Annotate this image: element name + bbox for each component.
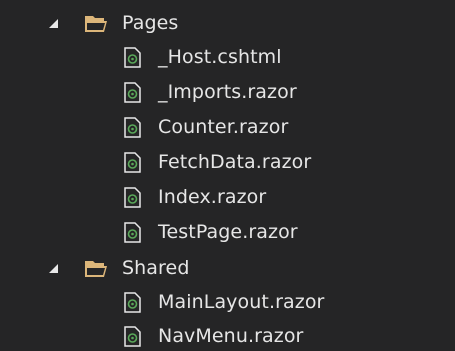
folder-label-pages: Pages [122, 12, 179, 34]
folder-open-icon [85, 16, 107, 32]
file-row-imports[interactable]: _Imports.razor [0, 75, 455, 109]
file-label: _Host.cshtml [158, 46, 282, 68]
folder-open-icon [85, 261, 107, 277]
razor-file-icon [124, 152, 141, 173]
razor-file-icon [124, 82, 141, 103]
file-row-mainlayout[interactable]: MainLayout.razor [0, 285, 455, 319]
folder-row-shared[interactable]: Shared [0, 251, 455, 285]
folder-label-shared: Shared [122, 257, 190, 279]
file-label: FetchData.razor [158, 151, 312, 173]
razor-file-icon [124, 326, 141, 347]
file-label: NavMenu.razor [158, 325, 304, 347]
razor-file-icon [124, 187, 141, 208]
file-label: Index.razor [158, 186, 267, 208]
file-label: Counter.razor [158, 116, 289, 138]
file-row-index[interactable]: Index.razor [0, 180, 455, 214]
triangle-expanded-icon[interactable] [49, 264, 58, 273]
file-row-counter[interactable]: Counter.razor [0, 110, 455, 144]
file-row-fetchdata[interactable]: FetchData.razor [0, 145, 455, 179]
razor-file-icon [124, 222, 141, 243]
folder-row-pages[interactable]: Pages [0, 6, 455, 40]
razor-file-icon [124, 47, 141, 68]
file-label: _Imports.razor [158, 81, 297, 103]
file-label: TestPage.razor [158, 221, 298, 243]
file-row-navmenu[interactable]: NavMenu.razor [0, 319, 455, 351]
file-row-testpage[interactable]: TestPage.razor [0, 215, 455, 249]
razor-file-icon [124, 117, 141, 138]
file-row-host[interactable]: _Host.cshtml [0, 40, 455, 74]
solution-explorer-tree: Pages _Host.cshtml _Imports.razor Counte… [0, 0, 455, 351]
file-label: MainLayout.razor [158, 291, 325, 313]
razor-file-icon [124, 292, 141, 313]
triangle-expanded-icon[interactable] [49, 19, 58, 28]
